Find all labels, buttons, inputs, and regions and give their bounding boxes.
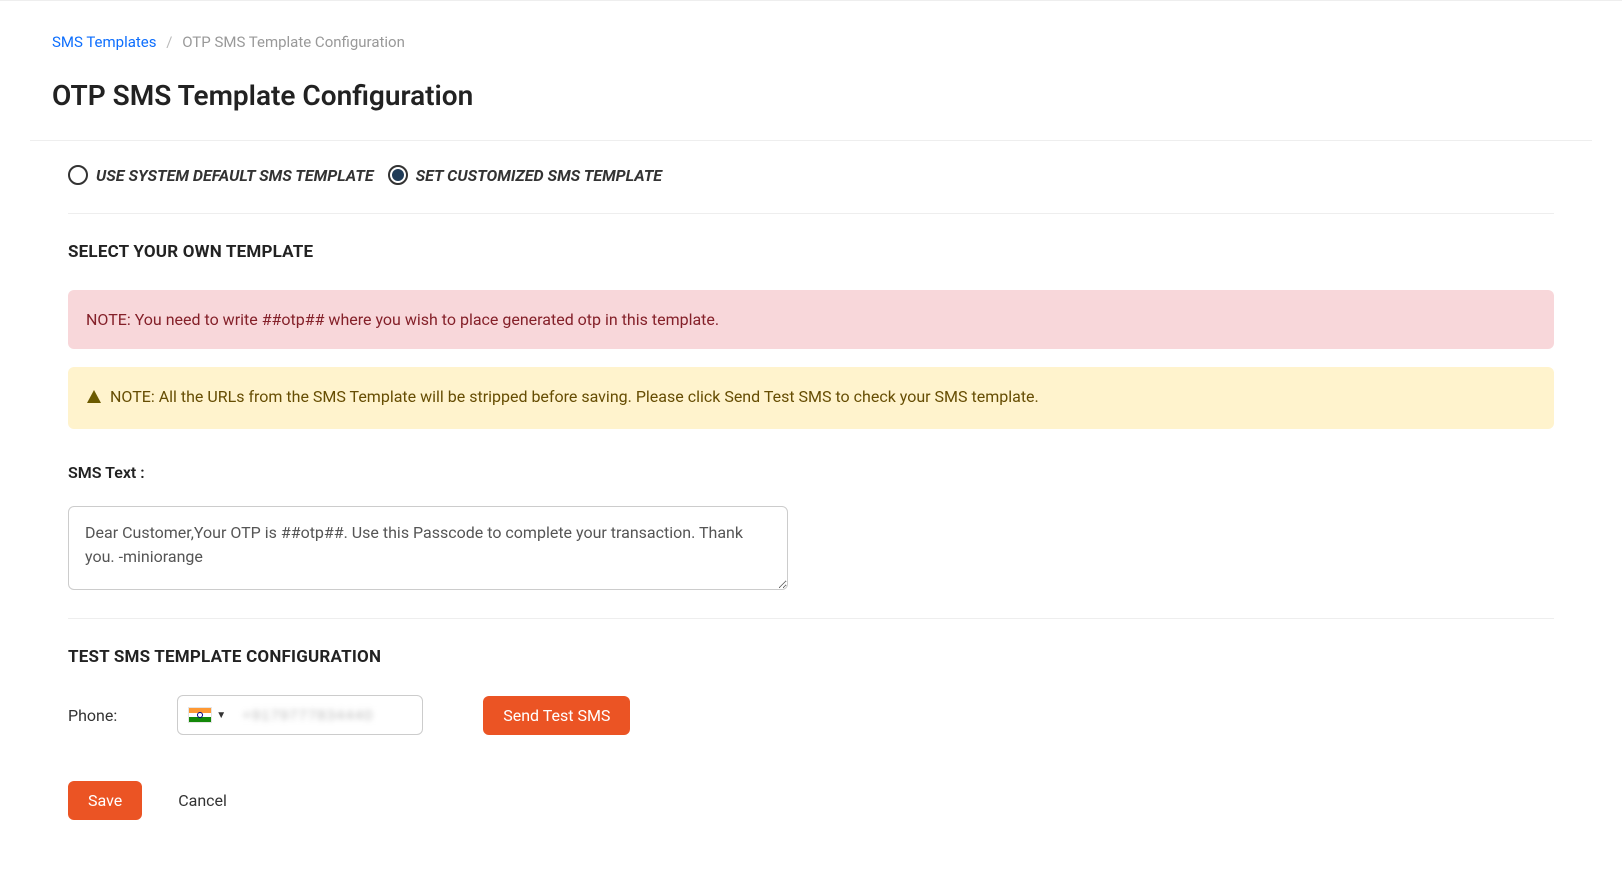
page-title: OTP SMS Template Configuration	[52, 79, 1570, 112]
breadcrumb: SMS Templates / OTP SMS Template Configu…	[52, 33, 1570, 51]
send-test-sms-button[interactable]: Send Test SMS	[483, 696, 630, 735]
breadcrumb-separator: /	[166, 33, 172, 51]
radio-circle-unchecked	[68, 165, 88, 185]
title-divider	[30, 140, 1592, 141]
sms-text-label: SMS Text :	[68, 463, 1554, 482]
warning-icon	[86, 389, 102, 409]
phone-label: Phone:	[68, 706, 117, 725]
radio-use-default[interactable]: USE SYSTEM DEFAULT SMS TEMPLATE	[68, 165, 374, 185]
template-mode-radios: USE SYSTEM DEFAULT SMS TEMPLATE SET CUST…	[68, 165, 1554, 185]
breadcrumb-parent-link[interactable]: SMS Templates	[52, 33, 157, 51]
cancel-button[interactable]: Cancel	[158, 781, 247, 820]
phone-number-input[interactable]	[236, 707, 423, 724]
url-strip-note: NOTE: All the URLs from the SMS Template…	[68, 367, 1554, 429]
url-strip-note-text: NOTE: All the URLs from the SMS Template…	[110, 387, 1039, 406]
otp-placeholder-note: NOTE: You need to write ##otp## where yo…	[68, 290, 1554, 349]
india-flag-icon	[188, 707, 212, 723]
radio-use-default-label: USE SYSTEM DEFAULT SMS TEMPLATE	[96, 166, 374, 185]
save-button[interactable]: Save	[68, 781, 142, 820]
phone-input-group: ▼	[177, 695, 423, 735]
breadcrumb-current: OTP SMS Template Configuration	[182, 33, 405, 51]
radio-set-custom-label: SET CUSTOMIZED SMS TEMPLATE	[416, 166, 662, 185]
radio-divider	[68, 213, 1554, 214]
radio-circle-checked	[388, 165, 408, 185]
sms-text-textarea[interactable]	[68, 506, 788, 590]
textarea-divider	[68, 618, 1554, 619]
chevron-down-icon: ▼	[216, 710, 226, 721]
select-template-heading: SELECT YOUR OWN TEMPLATE	[68, 242, 1554, 262]
radio-set-custom[interactable]: SET CUSTOMIZED SMS TEMPLATE	[388, 165, 662, 185]
country-flag-dropdown[interactable]: ▼	[178, 696, 236, 734]
test-config-heading: TEST SMS TEMPLATE CONFIGURATION	[68, 647, 1554, 667]
